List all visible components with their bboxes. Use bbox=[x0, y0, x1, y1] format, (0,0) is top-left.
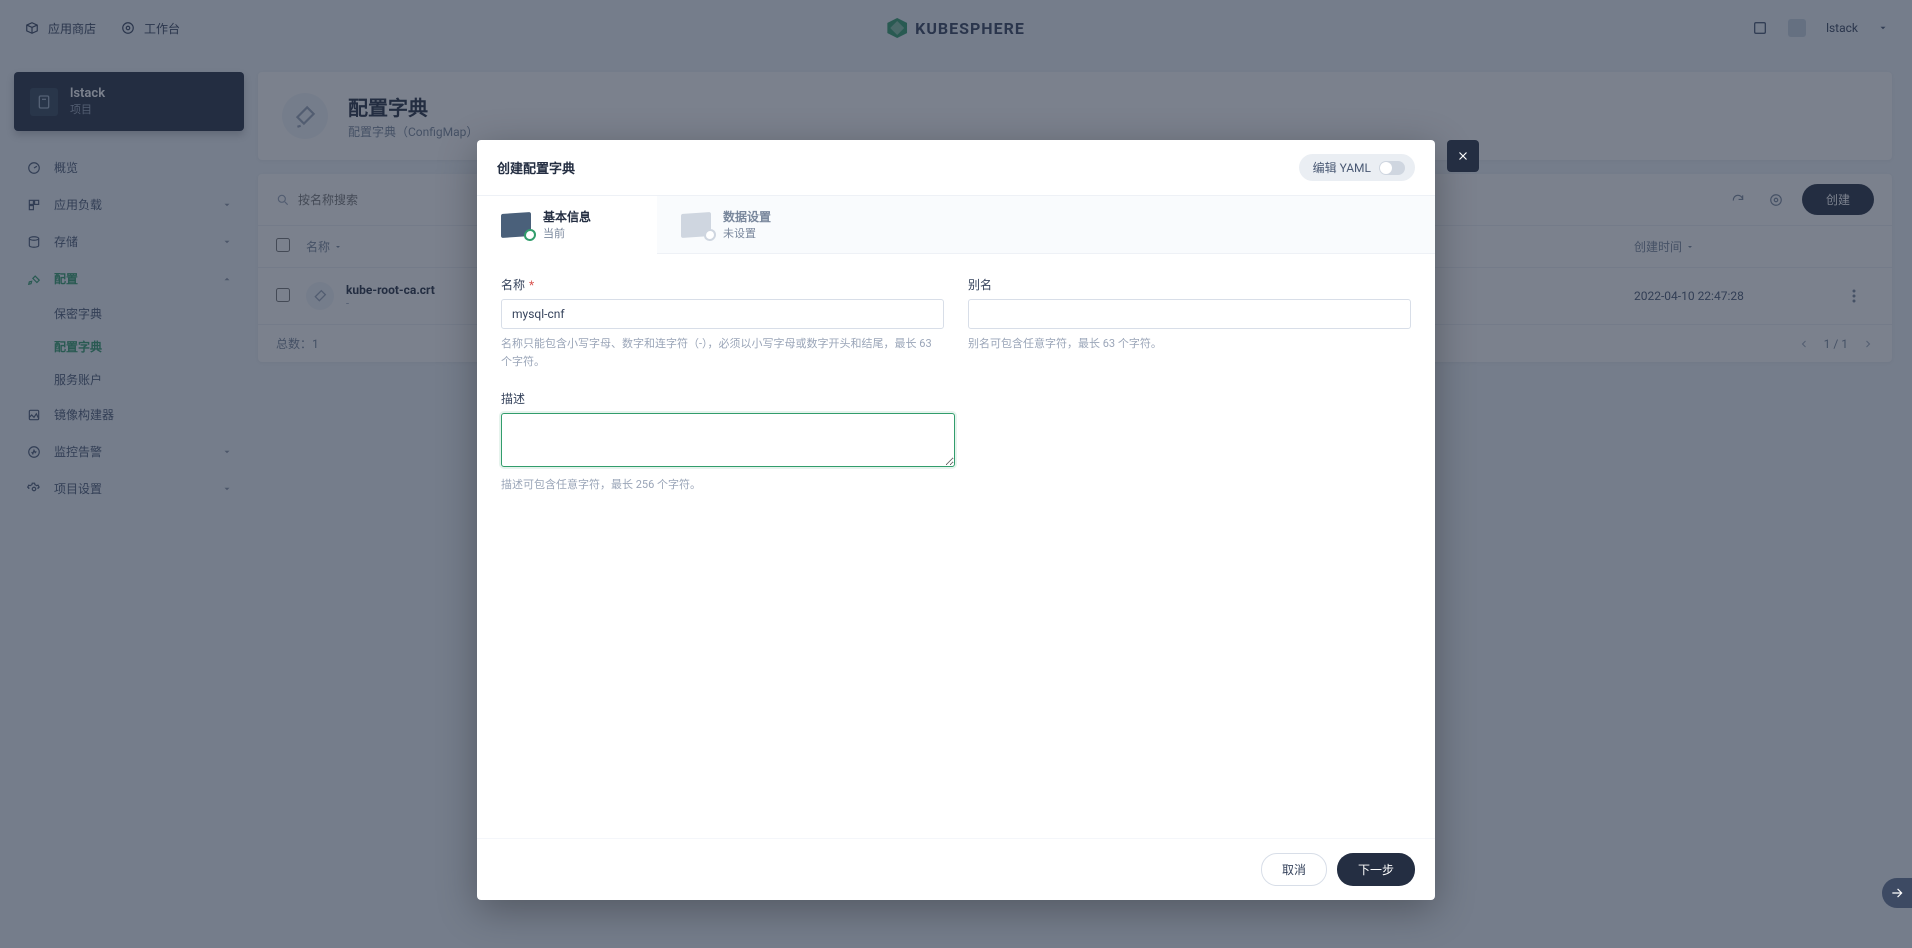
tab-data-settings[interactable]: 数据设置 未设置 bbox=[657, 196, 837, 253]
form-group-desc: 描述 描述可包含任意字符，最长 256 个字符。 bbox=[501, 390, 955, 494]
tab-sub: 当前 bbox=[543, 225, 591, 241]
tab-title: 基本信息 bbox=[543, 208, 591, 225]
yaml-toggle[interactable]: 编辑 YAML bbox=[1299, 154, 1415, 181]
alias-input[interactable] bbox=[968, 299, 1411, 329]
close-icon bbox=[1456, 149, 1470, 163]
form-group-alias: 别名 别名可包含任意字符，最长 63 个字符。 bbox=[968, 276, 1411, 370]
tab-basic-icon bbox=[501, 211, 531, 237]
name-label-text: 名称 bbox=[501, 278, 525, 292]
toggle-track bbox=[1379, 161, 1405, 175]
create-configmap-modal: 创建配置字典 编辑 YAML 基本信息 当前 数据设置 未设置 bbox=[477, 140, 1435, 900]
yaml-toggle-label: 编辑 YAML bbox=[1313, 159, 1371, 176]
required-indicator: * bbox=[529, 278, 534, 292]
modal-header: 创建配置字典 编辑 YAML bbox=[477, 140, 1435, 195]
desc-label: 描述 bbox=[501, 390, 955, 407]
help-bubble[interactable] bbox=[1882, 878, 1912, 908]
modal-footer: 取消 下一步 bbox=[477, 838, 1435, 900]
close-button[interactable] bbox=[1447, 140, 1479, 172]
tab-title: 数据设置 bbox=[723, 208, 771, 225]
toggle-thumb bbox=[1380, 162, 1392, 174]
alias-label: 别名 bbox=[968, 276, 1411, 293]
next-button[interactable]: 下一步 bbox=[1337, 853, 1415, 886]
help-icon bbox=[1890, 886, 1904, 900]
name-hint: 名称只能包含小写字母、数字和连字符（-），必须以小写字母或数字开头和结尾，最长 … bbox=[501, 335, 944, 370]
modal-title: 创建配置字典 bbox=[497, 158, 575, 177]
modal-overlay: 创建配置字典 编辑 YAML 基本信息 当前 数据设置 未设置 bbox=[0, 0, 1912, 948]
modal-body: 名称 * 名称只能包含小写字母、数字和连字符（-），必须以小写字母或数字开头和结尾… bbox=[477, 254, 1435, 838]
tab-data-icon bbox=[681, 211, 711, 237]
tab-basic-info[interactable]: 基本信息 当前 bbox=[477, 196, 657, 253]
alias-hint: 别名可包含任意字符，最长 63 个字符。 bbox=[968, 335, 1411, 353]
modal-tabs: 基本信息 当前 数据设置 未设置 bbox=[477, 195, 1435, 254]
cancel-button[interactable]: 取消 bbox=[1261, 853, 1327, 886]
name-input[interactable] bbox=[501, 299, 944, 329]
form-group-name: 名称 * 名称只能包含小写字母、数字和连字符（-），必须以小写字母或数字开头和结尾… bbox=[501, 276, 944, 370]
tab-sub: 未设置 bbox=[723, 225, 771, 241]
name-label: 名称 * bbox=[501, 276, 944, 293]
desc-hint: 描述可包含任意字符，最长 256 个字符。 bbox=[501, 476, 955, 494]
desc-textarea[interactable] bbox=[501, 413, 955, 467]
